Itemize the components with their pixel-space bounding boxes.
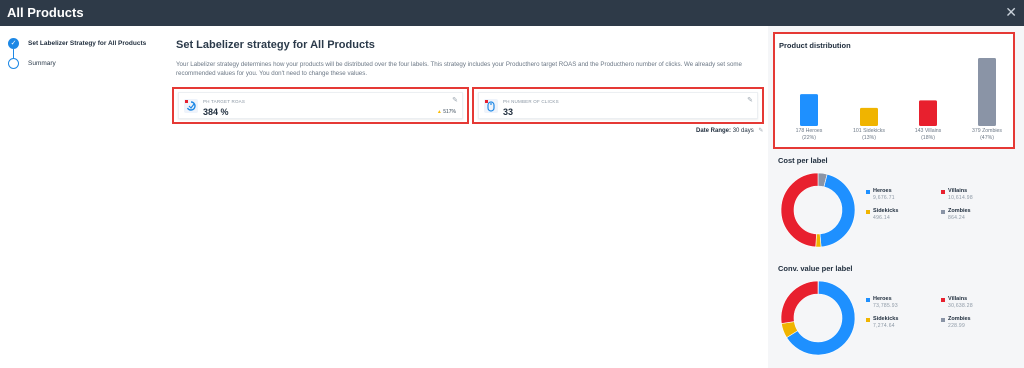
step-label: Set Labelizer Strategy for All Products: [28, 40, 147, 47]
page-description: Your Labelizer strategy determines how y…: [176, 61, 742, 77]
number-of-clicks-card[interactable]: PH NUMBER OF CLICKS 33 ✎: [472, 87, 764, 124]
legend-sidekicks: Sidekicks 496.14: [866, 208, 898, 222]
bar-heroes: [800, 94, 818, 126]
slice-villains: [780, 172, 819, 248]
legend-swatch: [866, 298, 870, 302]
legend-value: 9,676.71: [873, 195, 895, 201]
legend-zombies: Zombies 864.24: [941, 208, 971, 222]
bar-percent: (13%): [862, 134, 876, 141]
close-icon[interactable]: ✕: [1005, 4, 1017, 21]
slice-heroes: [819, 173, 856, 248]
bar-zombies: [978, 58, 996, 126]
google-ads-icon: ▲: [436, 109, 442, 115]
card-label: PH TARGET ROAS: [203, 99, 246, 104]
bar-percent: (47%): [980, 134, 994, 141]
pencil-icon[interactable]: ✎: [452, 96, 458, 104]
bar-villains: [919, 100, 937, 126]
legend-swatch: [866, 190, 870, 194]
card-value: 33: [503, 107, 514, 117]
page-title: Set Labelizer strategy for All Products: [176, 39, 375, 51]
legend-name: Sidekicks: [873, 316, 899, 322]
legend-swatch: [941, 190, 945, 194]
legend-zombies: Zombies 228.99: [941, 316, 971, 330]
card-inner: PH NUMBER OF CLICKS 33 ✎: [478, 92, 758, 119]
legend-sidekicks: Sidekicks 7,274.64: [866, 316, 898, 330]
legend-value: 30,638.28: [948, 303, 973, 309]
legend-name: Sidekicks: [873, 208, 899, 214]
mouse-icon: [484, 99, 498, 113]
legend-heroes: Heroes 73,785.93: [866, 296, 898, 310]
target-roas-card[interactable]: PH TARGET ROAS 384 % ✎ ▲ 517%: [172, 87, 469, 124]
legend-villains: Villains 30,638.28: [941, 296, 973, 310]
bar-label-villains: 143 Villains (18%): [903, 128, 953, 141]
date-range-label: Date Range:: [696, 128, 732, 134]
bar-sidekicks: [860, 107, 878, 126]
date-range-value: 30 days: [732, 128, 754, 134]
card-label: PH NUMBER OF CLICKS: [503, 99, 559, 104]
legend-swatch: [866, 318, 870, 322]
legend-name: Heroes: [873, 296, 892, 302]
legend-value: 864.24: [948, 215, 966, 221]
stepper-connector: [13, 49, 14, 59]
legend-villains: Villains 10,614.98: [941, 188, 973, 202]
title-bar: All Products ✕: [0, 0, 1024, 26]
bar-percent: (22%): [802, 134, 816, 141]
legend-name: Zombies: [948, 316, 971, 322]
legend-swatch: [941, 210, 945, 214]
conv-donut-chart: [780, 280, 856, 356]
conv-value-title: Conv. value per label: [778, 264, 853, 273]
legend-value: 496.14: [873, 215, 891, 221]
card-inner: PH TARGET ROAS 384 % ✎ ▲ 517%: [178, 92, 463, 119]
bar-percent: (18%): [921, 134, 935, 141]
legend-swatch: [866, 210, 870, 214]
legend-swatch: [941, 298, 945, 302]
google-ads-badge: ▲ 517%: [437, 109, 456, 115]
product-distribution-panel: Product distribution 178 Heroes (22%) 101 …: [773, 32, 1015, 149]
legend-name: Zombies: [948, 208, 971, 214]
slice-villains: [780, 280, 819, 324]
card-value: 384 %: [203, 107, 229, 117]
legend-value: 10,614.98: [948, 195, 973, 201]
google-roas-value: 517%: [443, 109, 456, 115]
legend-heroes: Heroes 9,676.71: [866, 188, 895, 202]
legend-swatch: [941, 318, 945, 322]
legend-name: Heroes: [873, 188, 892, 194]
stepper: ✓ Set Labelizer Strategy for All Product…: [8, 38, 168, 78]
legend-value: 73,785.93: [873, 303, 898, 309]
step-summary[interactable]: Summary: [8, 58, 168, 78]
pencil-icon[interactable]: ✎: [758, 128, 763, 134]
check-icon: ✓: [8, 38, 19, 49]
window-title: All Products: [7, 5, 84, 20]
bar-label-heroes: 178 Heroes (22%): [784, 128, 834, 141]
cost-per-label-title: Cost per label: [778, 156, 828, 165]
circle-icon: [8, 58, 19, 69]
bar-label-zombies: 379 Zombies (47%): [962, 128, 1012, 141]
legend-value: 7,274.64: [873, 323, 895, 329]
roas-icon: [184, 99, 198, 113]
legend-value: 228.99: [948, 323, 966, 329]
pencil-icon[interactable]: ✎: [747, 96, 753, 104]
step-label: Summary: [28, 60, 56, 67]
cost-donut-chart: [780, 172, 856, 248]
bar-label-sidekicks: 101 Sidekicks (13%): [844, 128, 894, 141]
date-range[interactable]: Date Range: 30 days ✎: [696, 127, 763, 134]
legend-name: Villains: [948, 296, 968, 302]
step-strategy[interactable]: ✓ Set Labelizer Strategy for All Product…: [8, 38, 168, 58]
legend-name: Villains: [948, 188, 968, 194]
